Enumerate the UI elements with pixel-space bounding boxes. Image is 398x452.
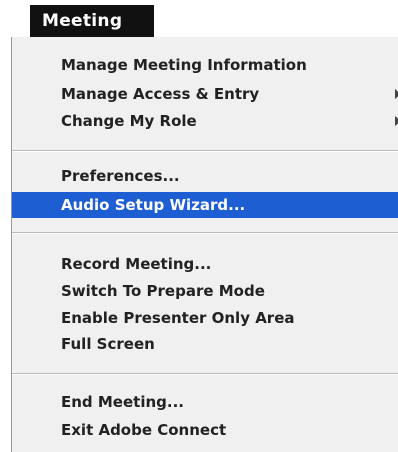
- menu-separator: [12, 373, 398, 375]
- menu-item-label: Manage Meeting Information: [61, 56, 307, 74]
- menu-title-meeting[interactable]: Meeting: [30, 5, 154, 37]
- menu-separator: [12, 150, 398, 152]
- menu-item-enable-presenter-only-area[interactable]: Enable Presenter Only Area: [12, 305, 398, 331]
- menu-item-full-screen[interactable]: Full Screen: [12, 331, 398, 357]
- menu-item-label: Record Meeting...: [61, 255, 212, 273]
- menu-separator: [12, 232, 398, 234]
- menu-item-preferences[interactable]: Preferences...: [12, 163, 398, 189]
- menu-item-label: Change My Role: [61, 112, 197, 130]
- menu-item-exit-adobe-connect[interactable]: Exit Adobe Connect: [12, 417, 398, 443]
- meeting-dropdown-menu: Manage Meeting Information Manage Access…: [11, 37, 398, 452]
- menu-item-label: Full Screen: [61, 335, 155, 353]
- menu-item-label: Manage Access & Entry: [61, 85, 260, 103]
- menu-item-label: Preferences...: [61, 167, 180, 185]
- menu-item-label: Exit Adobe Connect: [61, 421, 227, 439]
- menu-item-change-my-role[interactable]: Change My Role: [12, 108, 398, 134]
- menu-item-manage-meeting-information[interactable]: Manage Meeting Information: [12, 52, 398, 78]
- menu-item-record-meeting[interactable]: Record Meeting...: [12, 251, 398, 277]
- menu-item-label: End Meeting...: [61, 393, 184, 411]
- menu-item-label: Audio Setup Wizard...: [61, 196, 246, 214]
- menu-item-end-meeting[interactable]: End Meeting...: [12, 389, 398, 415]
- menu-item-switch-to-prepare-mode[interactable]: Switch To Prepare Mode: [12, 278, 398, 304]
- menu-item-label: Switch To Prepare Mode: [61, 282, 265, 300]
- menu-item-label: Enable Presenter Only Area: [61, 309, 295, 327]
- menu-item-manage-access-entry[interactable]: Manage Access & Entry: [12, 81, 398, 107]
- menu-item-audio-setup-wizard[interactable]: Audio Setup Wizard...: [12, 192, 398, 218]
